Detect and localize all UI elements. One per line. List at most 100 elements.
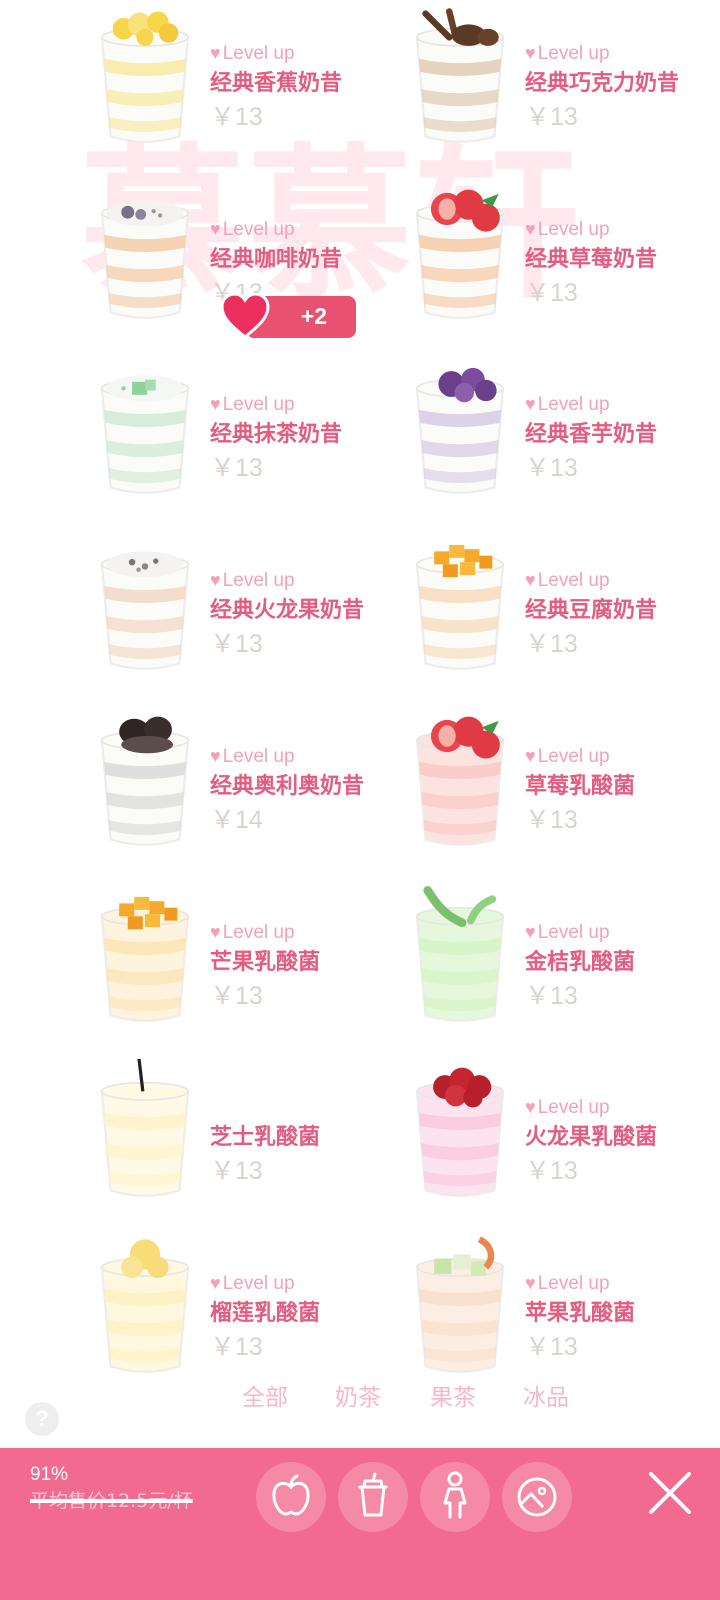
average-price: 平均售价12.5元/杯 (30, 1490, 193, 1512)
product-card[interactable]: ♥ Level up 经典草莓奶昔 ￥13 (405, 181, 720, 351)
heart-icon: ♥ (525, 745, 536, 766)
heart-icon: ♥ (525, 218, 536, 239)
favorite-toast: +2 (220, 293, 356, 339)
heart-icon (220, 293, 270, 339)
level-up-text: Level up (222, 745, 295, 767)
image-icon (517, 1477, 557, 1517)
tab-milk-tea[interactable]: 奶茶 (335, 1378, 381, 1412)
product-name: 经典奥利奥奶昔 (210, 773, 365, 799)
product-price: ￥13 (210, 454, 263, 483)
product-card[interactable]: ♥ Level up 经典奥利奥奶昔 ￥14 (90, 708, 410, 878)
product-card[interactable]: ♥ Level up 火龙果乳酸菌 ￥13 (405, 1059, 720, 1229)
drink-cup-icon (405, 708, 515, 848)
product-price: ￥13 (210, 981, 263, 1010)
drink-cup-icon (90, 1235, 200, 1375)
level-up-label: ♥ Level up (210, 219, 295, 241)
level-up-label: ♥ Level up (525, 922, 610, 944)
drink-cup-icon (90, 181, 200, 321)
product-price: ￥13 (210, 630, 263, 659)
level-up-text: Level up (537, 745, 610, 767)
heart-icon: ♥ (525, 570, 536, 591)
product-card[interactable]: ♥ Level up 经典豆腐奶昔 ￥13 (405, 532, 720, 702)
level-up-text: Level up (222, 1272, 295, 1294)
heart-icon: ♥ (525, 43, 536, 63)
level-up-label: ♥ Level up (525, 394, 610, 416)
cup-button[interactable] (338, 1462, 408, 1532)
heart-icon: ♥ (210, 921, 221, 942)
level-up-label: ♥ Level up (210, 1273, 295, 1295)
level-up-text: Level up (222, 218, 295, 240)
product-name: 芝士乳酸菌 (210, 1125, 321, 1151)
product-name: 芒果乳酸菌 (210, 949, 321, 975)
product-price: ￥13 (525, 454, 578, 483)
person-icon (443, 1471, 467, 1519)
product-name: 金桔乳酸菌 (525, 949, 636, 975)
image-button[interactable] (502, 1462, 572, 1532)
product-card[interactable]: ♥ Level up 芒果乳酸菌 ￥13 (90, 884, 410, 1054)
progress-percent: 91% (30, 1464, 69, 1485)
product-price: ￥13 (210, 1157, 263, 1186)
bottom-bar: 91% 平均售价12.5元/杯 (0, 1448, 720, 1600)
product-price: ￥13 (525, 1332, 578, 1361)
drink-cup-icon (90, 884, 200, 1024)
level-up-label: ♥ Level up (210, 746, 295, 768)
close-icon[interactable] (645, 1468, 695, 1518)
level-up-text: Level up (537, 921, 610, 943)
product-price: ￥13 (525, 981, 578, 1010)
level-up-text: Level up (537, 218, 610, 240)
product-price: ￥14 (210, 805, 263, 834)
level-up-label: ♥ Level up (525, 1097, 610, 1119)
drink-cup-icon (405, 181, 515, 321)
heart-icon: ♥ (210, 1272, 221, 1293)
product-name: 榴莲乳酸菌 (210, 1300, 321, 1326)
heart-icon: ♥ (525, 921, 536, 942)
drink-cup-icon (405, 1059, 515, 1199)
product-name: 经典抹茶奶昔 (210, 422, 343, 448)
level-up-text: Level up (537, 1097, 610, 1119)
product-card[interactable]: ♥ Level up 经典火龙果奶昔 ￥13 (90, 532, 410, 702)
heart-icon: ♥ (525, 394, 536, 415)
product-price: ￥13 (525, 278, 578, 307)
product-name: 经典火龙果奶昔 (210, 598, 365, 624)
drink-cup-icon (405, 356, 515, 496)
product-price: ￥13 (210, 103, 263, 131)
tab-fruit-tea[interactable]: 果茶 (430, 1378, 476, 1412)
drink-cup-icon (405, 884, 515, 1024)
drink-cup-icon (90, 532, 200, 672)
person-button[interactable] (420, 1462, 490, 1532)
product-card[interactable]: ♥ Level up 经典抹茶奶昔 ￥13 (90, 356, 410, 526)
drink-cup-icon (405, 5, 515, 145)
level-up-label: ♥ Level up (210, 394, 295, 416)
heart-icon: ♥ (210, 394, 221, 415)
heart-icon: ♥ (525, 1097, 536, 1118)
category-tabs: 全部 奶茶 果茶 冰品 (0, 1378, 720, 1418)
product-card[interactable]: ♥ Level up 经典巧克力奶昔 ￥13 (405, 5, 720, 175)
product-card[interactable]: ♥ Level up 经典香芋奶昔 ￥13 (405, 356, 720, 526)
heart-icon: ♥ (210, 570, 221, 591)
tab-all[interactable]: 全部 (242, 1378, 288, 1412)
product-card[interactable]: ♥ Level up 经典香蕉奶昔 ￥13 (90, 5, 410, 175)
product-card[interactable]: ♥ Level up 草莓乳酸菌 ￥13 (405, 708, 720, 878)
heart-icon: ♥ (210, 745, 221, 766)
heart-icon: ♥ (525, 1272, 536, 1293)
apple-button[interactable] (256, 1462, 326, 1532)
product-name: 经典香蕉奶昔 (210, 71, 343, 96)
level-up-text: Level up (537, 570, 610, 592)
level-up-text: Level up (222, 921, 295, 943)
product-price: ￥13 (525, 1157, 578, 1186)
tab-ice[interactable]: 冰品 (523, 1378, 569, 1412)
help-icon[interactable]: ? (25, 1402, 59, 1436)
product-price: ￥13 (525, 630, 578, 659)
product-card[interactable]: ♥ Level up 金桔乳酸菌 ￥13 (405, 884, 720, 1054)
level-up-label: ♥ Level up (525, 219, 610, 241)
drink-cup-icon (405, 532, 515, 672)
level-up-label: ♥ Level up (525, 1273, 610, 1295)
apple-icon (272, 1474, 310, 1516)
product-card[interactable]: 芝士乳酸菌 ￥13 (90, 1059, 410, 1229)
heart-icon: ♥ (210, 43, 221, 63)
level-up-label: ♥ Level up (525, 43, 610, 65)
level-up-label: ♥ Level up (210, 570, 295, 592)
level-up-text: Level up (537, 394, 610, 416)
product-name: 火龙果乳酸菌 (525, 1125, 658, 1151)
level-up-label: ♥ Level up (525, 746, 610, 768)
